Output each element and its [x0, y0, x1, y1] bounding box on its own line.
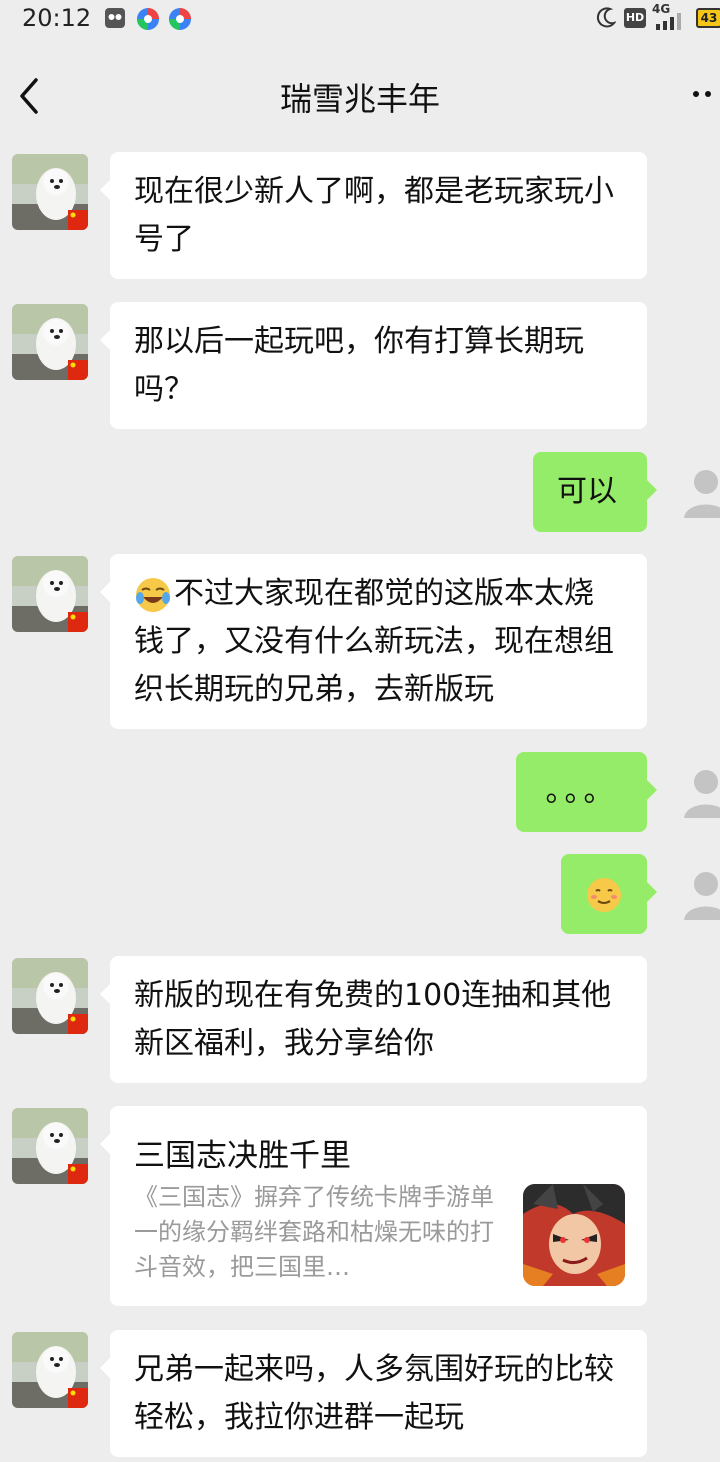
card-title: 三国志决胜千里 — [134, 1138, 351, 1174]
my-message-bubble[interactable]: 可以 — [533, 452, 657, 532]
status-time: 20:12 — [22, 4, 92, 32]
my-message-bubble[interactable]: 。。。 — [516, 752, 657, 832]
chat-header: 瑞雪兆丰年 — [0, 54, 720, 136]
contact-avatar[interactable] — [12, 1332, 88, 1408]
app-notification-icon — [137, 8, 159, 30]
message-bubble[interactable]: 兄弟一起来吗，人多氛围好玩的比较轻松，我拉你进群一起玩 — [100, 1330, 647, 1457]
message-bubble[interactable]: 现在很少新人了啊，都是老玩家玩小号了 — [100, 152, 647, 279]
message-bubble[interactable]: 不过大家现在都觉的这版本太烧钱了，又没有什么新玩法，现在想组织长期玩的兄弟，去新… — [100, 554, 647, 729]
more-dots-icon[interactable] — [690, 84, 720, 104]
message-bubble[interactable]: 新版的现在有免费的100连抽和其他新区福利，我分享给你 — [100, 956, 647, 1083]
battery-icon: 43 — [696, 8, 720, 28]
user-placeholder-icon[interactable] — [682, 866, 720, 922]
user-placeholder-icon[interactable] — [682, 464, 720, 520]
message-text: 不过大家现在都觉的这版本太烧钱了，又没有什么新玩法，现在想组织长期玩的兄弟，去新… — [134, 576, 614, 707]
contact-avatar[interactable] — [12, 556, 88, 632]
moon-icon — [596, 7, 616, 28]
user-placeholder-icon[interactable] — [682, 764, 720, 820]
smiling-face-icon — [587, 878, 621, 912]
contact-avatar[interactable] — [12, 1108, 88, 1184]
app-notification-icon — [105, 8, 125, 28]
hd-icon: HD — [624, 8, 646, 28]
app-notification-icon — [169, 8, 191, 30]
face-with-tears-of-joy-icon — [136, 578, 170, 612]
card-description: 《三国志》摒弃了传统卡牌手游单一的缘分羁绊套路和枯燥无味的打斗音效，把三国里… — [134, 1183, 494, 1281]
contact-avatar[interactable] — [12, 154, 88, 230]
chat-title: 瑞雪兆丰年 — [279, 80, 440, 118]
contact-avatar[interactable] — [12, 304, 88, 380]
status-bar: 20:12 HD 4G 43 — [0, 0, 720, 38]
my-message-bubble[interactable] — [561, 854, 657, 934]
shared-link-card[interactable]: 三国志决胜千里 《三国志》摒弃了传统卡牌手游单一的缘分羁绊套路和枯燥无味的打斗音… — [100, 1106, 647, 1306]
game-thumbnail — [523, 1184, 625, 1286]
signal-icon — [656, 13, 681, 30]
message-bubble[interactable]: 那以后一起玩吧，你有打算长期玩吗？ — [100, 302, 647, 429]
contact-avatar[interactable] — [12, 958, 88, 1034]
